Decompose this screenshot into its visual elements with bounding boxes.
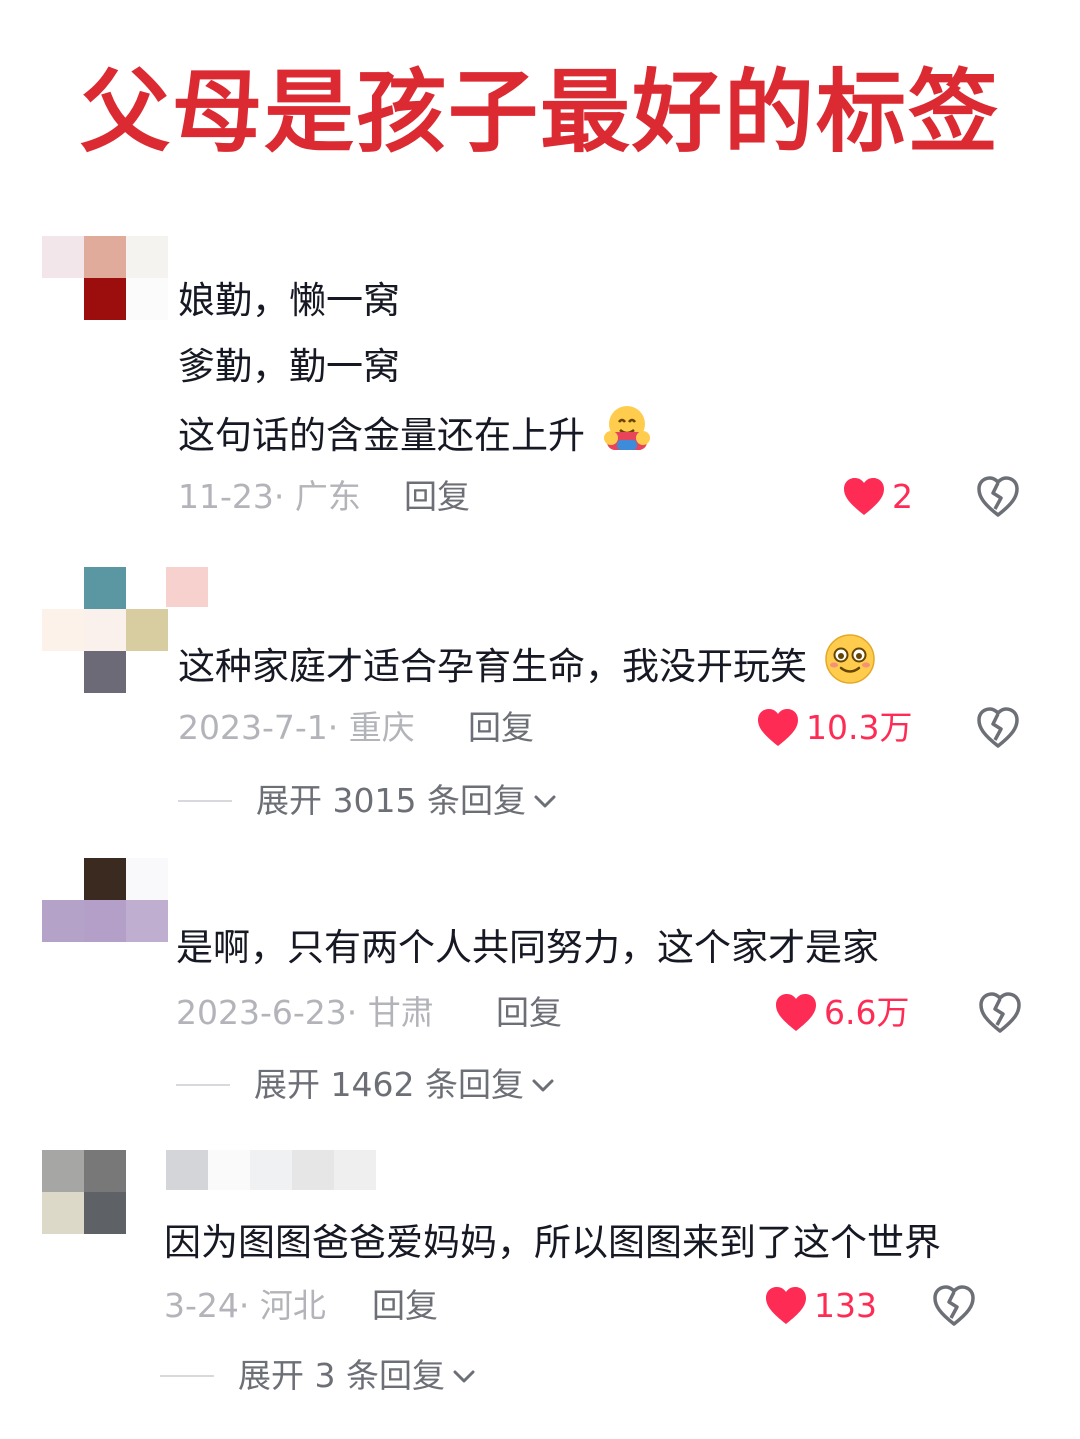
divider <box>176 1084 230 1086</box>
comment-date-location: 11-23· 广东 <box>178 477 361 516</box>
avatar[interactable] <box>42 236 168 362</box>
chevron-down-icon <box>532 1079 554 1092</box>
heart-icon <box>776 994 816 1031</box>
expand-replies-button[interactable]: 展开 3 条回复 <box>160 1351 477 1401</box>
dislike-icon[interactable] <box>932 1285 976 1331</box>
heart-icon <box>766 1287 806 1324</box>
chevron-down-icon <box>453 1370 475 1383</box>
dislike-icon[interactable] <box>978 992 1022 1038</box>
avatar[interactable] <box>42 567 168 693</box>
like-button[interactable]: 2 <box>842 472 913 522</box>
avatar[interactable] <box>42 1150 168 1276</box>
comment-text: 这句话的含金量还在上升 <box>178 402 653 473</box>
reply-button[interactable]: 回复 <box>468 703 534 753</box>
reply-button[interactable]: 回复 <box>372 1281 438 1331</box>
heart-icon <box>844 478 884 515</box>
comment-text: 是啊，只有两个人共同努力，这个家才是家 <box>176 926 879 969</box>
heart-icon <box>758 709 798 746</box>
avatar[interactable] <box>42 858 168 984</box>
like-count: 10.3万 <box>806 708 913 747</box>
comment-text: 爹勤，勤一窝 <box>178 345 400 388</box>
comment-date-location: 2023-6-23· 甘肃 <box>176 993 434 1032</box>
like-count: 6.6万 <box>824 993 910 1032</box>
comment-date-location: 3-24· 河北 <box>164 1286 326 1325</box>
comment-date-location: 2023-7-1· 重庆 <box>178 708 415 747</box>
comment-text: 娘勤，懒一窝 <box>178 279 400 322</box>
comment-text: 因为图图爸爸爱妈妈，所以图图来到了这个世界 <box>164 1221 941 1264</box>
page-title: 父母是孩子最好的标签 <box>80 60 1000 165</box>
smiling-face-icon <box>823 632 877 705</box>
hugging-face-icon <box>601 402 653 473</box>
dislike-icon[interactable] <box>976 707 1020 753</box>
expand-replies-button[interactable]: 展开 1462 条回复 <box>176 1060 556 1110</box>
comment-text: 这种家庭才适合孕育生命，我没开玩笑 <box>178 632 877 705</box>
divider <box>178 800 232 802</box>
like-count: 133 <box>814 1286 877 1325</box>
chevron-down-icon <box>534 795 556 808</box>
reply-button[interactable]: 回复 <box>496 988 562 1038</box>
like-button[interactable]: 133 <box>764 1281 877 1331</box>
like-count: 2 <box>892 477 913 516</box>
reply-button[interactable]: 回复 <box>404 472 470 522</box>
expand-replies-button[interactable]: 展开 3015 条回复 <box>178 776 558 826</box>
like-button[interactable]: 6.6万 <box>774 988 909 1038</box>
like-button[interactable]: 10.3万 <box>756 703 912 753</box>
divider <box>160 1375 214 1377</box>
dislike-icon[interactable] <box>976 476 1020 522</box>
